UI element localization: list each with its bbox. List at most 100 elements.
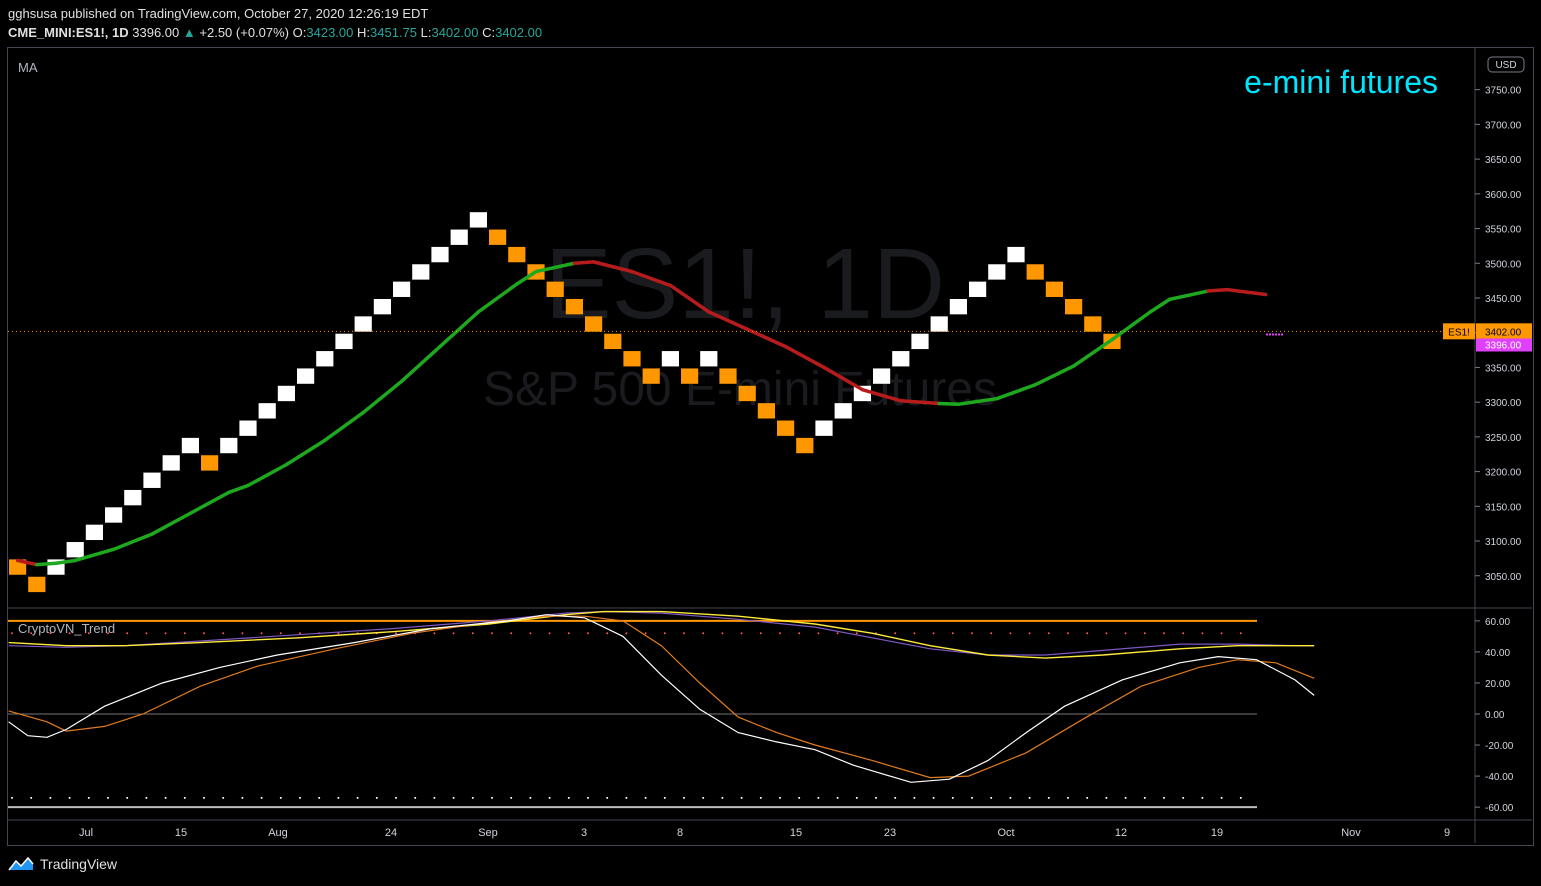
osc-dot bbox=[759, 796, 762, 799]
osc-dot bbox=[1182, 796, 1185, 799]
price-tick-label: 3600.00 bbox=[1485, 190, 1522, 201]
renko-brick-down[interactable] bbox=[681, 368, 699, 384]
osc-dot bbox=[1047, 796, 1050, 799]
renko-brick-up[interactable] bbox=[239, 420, 257, 436]
renko-brick-up[interactable] bbox=[949, 298, 967, 315]
renko-brick-up[interactable] bbox=[930, 316, 948, 332]
renko-brick-down[interactable] bbox=[604, 333, 622, 350]
renko-brick-up[interactable] bbox=[143, 472, 161, 488]
price-tick-label: 3700.00 bbox=[1485, 120, 1522, 131]
osc-dot bbox=[721, 796, 724, 799]
renko-brick-down[interactable] bbox=[757, 403, 775, 419]
renko-brick-up[interactable] bbox=[815, 420, 833, 436]
renko-brick-up[interactable] bbox=[124, 489, 142, 506]
renko-brick-up[interactable] bbox=[105, 507, 123, 523]
renko-brick-down[interactable] bbox=[546, 281, 564, 297]
renko-brick-down[interactable] bbox=[1084, 316, 1102, 332]
renko-brick-down[interactable] bbox=[796, 437, 814, 454]
renko-brick-down[interactable] bbox=[1026, 264, 1044, 280]
osc-dot bbox=[625, 796, 628, 799]
ma-segment bbox=[35, 561, 58, 567]
osc-tick-label: -60.00 bbox=[1485, 803, 1514, 814]
osc-dot bbox=[894, 632, 897, 635]
renko-brick-up[interactable] bbox=[450, 229, 468, 245]
renko-brick-up[interactable] bbox=[431, 246, 449, 263]
renko-brick-up[interactable] bbox=[181, 437, 199, 454]
renko-brick-up[interactable] bbox=[373, 298, 391, 315]
renko-brick-down[interactable] bbox=[642, 368, 660, 384]
renko-brick-down[interactable] bbox=[1065, 298, 1083, 315]
osc-dot bbox=[1086, 796, 1089, 799]
footer-brand[interactable]: TradingView bbox=[8, 855, 117, 873]
osc-dot bbox=[510, 796, 513, 799]
osc-dot bbox=[606, 796, 609, 799]
ma-segment bbox=[111, 532, 154, 552]
ma-segment bbox=[1225, 287, 1268, 297]
renko-brick-down[interactable] bbox=[777, 420, 795, 436]
price-tick-label: 3350.00 bbox=[1485, 363, 1522, 374]
osc-dot bbox=[779, 796, 781, 799]
ma-segment bbox=[1167, 289, 1210, 302]
renko-brick-up[interactable] bbox=[316, 351, 334, 367]
renko-brick-down[interactable] bbox=[489, 229, 507, 245]
renko-brick-up[interactable] bbox=[661, 351, 679, 367]
price-tick-label: 3450.00 bbox=[1485, 294, 1522, 305]
renko-brick-down[interactable] bbox=[719, 368, 737, 384]
chart-canvas[interactable]: ES1!, 1D S&P 500 E-mini Futures MA e-min… bbox=[0, 0, 1541, 886]
renko-brick-up[interactable] bbox=[354, 316, 372, 332]
renko-brick-up[interactable] bbox=[162, 455, 180, 471]
renko-brick-up[interactable] bbox=[469, 212, 487, 228]
renko-brick-up[interactable] bbox=[297, 368, 315, 384]
renko-brick-up[interactable] bbox=[393, 281, 411, 297]
osc-dot bbox=[299, 796, 301, 799]
osc-dot bbox=[971, 796, 973, 799]
osc-dot bbox=[433, 632, 436, 635]
renko-brick-down[interactable] bbox=[565, 298, 583, 315]
renko-brick-up[interactable] bbox=[66, 542, 84, 558]
osc-dot bbox=[913, 632, 916, 635]
renko-brick-down[interactable] bbox=[1045, 281, 1063, 297]
renko-brick-up[interactable] bbox=[873, 368, 891, 384]
renko-brick-up[interactable] bbox=[892, 351, 910, 367]
osc-dot bbox=[587, 796, 589, 799]
osc-dot bbox=[510, 632, 513, 635]
renko-brick-up[interactable] bbox=[258, 403, 276, 419]
osc-dot bbox=[894, 796, 897, 799]
renko-brick-up[interactable] bbox=[412, 264, 430, 280]
renko-brick-down[interactable] bbox=[623, 351, 641, 367]
osc-dot bbox=[932, 796, 935, 799]
renko-brick-up[interactable] bbox=[220, 437, 238, 454]
time-tick-label: 19 bbox=[1211, 827, 1223, 839]
renko-brick-up[interactable] bbox=[834, 403, 852, 419]
renko-brick-up[interactable] bbox=[911, 333, 929, 350]
osc-dot bbox=[740, 796, 743, 799]
osc-dot bbox=[203, 632, 205, 635]
tradingview-logo-icon bbox=[8, 856, 34, 871]
renko-brick-down[interactable] bbox=[28, 576, 46, 593]
ma-segment bbox=[323, 410, 365, 443]
osc-dot bbox=[87, 632, 90, 635]
renko-brick-up[interactable] bbox=[85, 524, 103, 541]
renko-brick-down[interactable] bbox=[738, 385, 756, 402]
sub-indicator-label[interactable]: CryptoVN_Trend bbox=[18, 621, 115, 636]
renko-brick-up[interactable] bbox=[700, 351, 718, 367]
osc-dot bbox=[663, 632, 666, 635]
renko-brick-down[interactable] bbox=[508, 246, 526, 263]
renko-brick-up[interactable] bbox=[277, 385, 295, 402]
osc-dot bbox=[1239, 632, 1242, 635]
price-tick-label: 3500.00 bbox=[1485, 259, 1522, 270]
renko-brick-down[interactable] bbox=[201, 455, 219, 471]
osc-dot bbox=[548, 632, 551, 635]
price-tick-label: 3100.00 bbox=[1485, 537, 1522, 548]
renko-brick-down[interactable] bbox=[585, 316, 603, 332]
renko-brick-up[interactable] bbox=[335, 333, 353, 350]
main-indicator-label[interactable]: MA bbox=[18, 60, 38, 75]
annotation-text[interactable]: e-mini futures bbox=[1244, 64, 1438, 100]
renko-brick-up[interactable] bbox=[1007, 246, 1025, 263]
renko-brick-up[interactable] bbox=[969, 281, 987, 297]
osc-dot bbox=[183, 632, 186, 635]
osc-dot bbox=[529, 796, 532, 799]
osc-dot bbox=[855, 796, 858, 799]
osc-dot bbox=[471, 796, 474, 799]
renko-brick-up[interactable] bbox=[988, 264, 1006, 280]
